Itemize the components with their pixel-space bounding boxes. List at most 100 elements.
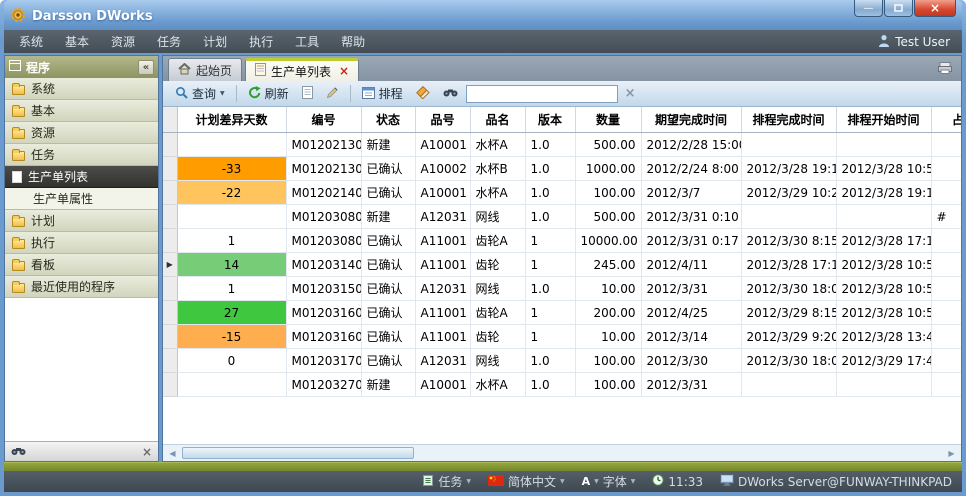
cell-sched_start: 2012/3/28 10:52 — [836, 157, 931, 181]
sidebar-item-资源[interactable]: 资源 — [5, 122, 158, 144]
table-row[interactable]: M012030801新建A12031网线1.0500.002012/3/31 0… — [163, 205, 961, 229]
cell-sched_start — [836, 205, 931, 229]
menu-item-7[interactable]: 帮助 — [330, 30, 376, 53]
scrollbar-thumb[interactable] — [182, 447, 414, 459]
status-task-menu[interactable]: 任务 ▼ — [422, 473, 471, 490]
close-button[interactable]: × — [914, 0, 956, 17]
row-marker — [163, 133, 177, 157]
table-row[interactable]: M012021301新建A10001水杯A1.0500.002012/2/28 … — [163, 133, 961, 157]
cell-qty: 500.00 — [575, 205, 641, 229]
minimize-button[interactable]: — — [854, 0, 883, 17]
table-row[interactable]: -22M012021401已确认A10001水杯A1.0100.002012/3… — [163, 181, 961, 205]
cell-sched_finish: 2012/3/28 17:13 — [741, 253, 836, 277]
cell-sched_start: 2012/3/28 13:40 — [836, 325, 931, 349]
column-header-8[interactable]: 排程完成时间 — [741, 107, 836, 133]
menu-item-6[interactable]: 工具 — [284, 30, 330, 53]
production-order-table: 计划差异天数编号状态品号品名版本数量期望完成时间排程完成时间排程开始时间占 M0… — [163, 107, 961, 397]
cell-no: M012021302 — [286, 157, 361, 181]
menu-item-3[interactable]: 任务 — [146, 30, 192, 53]
column-header-0[interactable]: 计划差异天数 — [177, 107, 286, 133]
tab-home[interactable]: 起始页 — [168, 58, 242, 81]
sidebar-item-基本[interactable]: 基本 — [5, 100, 158, 122]
column-header-10[interactable]: 占 — [931, 107, 961, 133]
sidebar-search-close-icon[interactable]: × — [142, 445, 152, 459]
cell-no: M012031402 — [286, 253, 361, 277]
status-language-menu[interactable]: 简体中文 ▼ — [488, 473, 565, 490]
cell-version: 1 — [525, 253, 575, 277]
column-header-5[interactable]: 版本 — [525, 107, 575, 133]
scroll-right-icon[interactable]: ▶ — [945, 449, 958, 458]
menu-item-1[interactable]: 基本 — [54, 30, 100, 53]
cell-diff: 1 — [177, 229, 286, 253]
maximize-button[interactable] — [884, 0, 913, 17]
page-icon — [12, 171, 22, 183]
sidebar-item-label: 看板 — [31, 256, 55, 273]
menu-item-4[interactable]: 计划 — [192, 30, 238, 53]
clear-search-icon[interactable]: × — [621, 86, 640, 101]
status-server[interactable]: DWorks Server@FUNWAY-THINKPAD — [720, 474, 952, 489]
table-row[interactable]: 0M012031701已确认A12031网线1.0100.002012/3/30… — [163, 349, 961, 373]
query-button[interactable]: 查询 ▼ — [170, 83, 230, 104]
column-header-1[interactable]: 编号 — [286, 107, 361, 133]
sidebar-item-系统[interactable]: 系统 — [5, 78, 158, 100]
table-row[interactable]: M012032701新建A10001水杯A1.0100.002012/3/31 — [163, 373, 961, 397]
user-indicator[interactable]: Test User — [878, 34, 958, 50]
document-icon — [255, 63, 266, 79]
sidebar-collapse-button[interactable]: « — [138, 60, 154, 75]
column-header-6[interactable]: 数量 — [575, 107, 641, 133]
cell-item_name: 水杯A — [470, 373, 525, 397]
row-marker — [163, 229, 177, 253]
binoculars-icon — [443, 87, 458, 101]
menu-items: 系统基本资源任务计划执行工具帮助 — [8, 30, 376, 53]
table-row[interactable]: -15M012031602已确认A11001齿轮110.002012/3/142… — [163, 325, 961, 349]
tab-production-order-list[interactable]: 生产单列表 × — [245, 58, 359, 81]
horizontal-scrollbar[interactable]: ◀ ▶ — [163, 444, 961, 461]
cell-version: 1.0 — [525, 349, 575, 373]
column-header-4[interactable]: 品名 — [470, 107, 525, 133]
find-button[interactable] — [438, 85, 463, 103]
sidebar-item-生产单列表[interactable]: 生产单列表 — [5, 166, 158, 188]
status-clock[interactable]: 11:33 — [652, 474, 703, 489]
cell-no: M012030801 — [286, 205, 361, 229]
cell-status: 新建 — [361, 373, 415, 397]
table-header-row: 计划差异天数编号状态品号品名版本数量期望完成时间排程完成时间排程开始时间占 — [163, 107, 961, 133]
cell-qty: 100.00 — [575, 373, 641, 397]
edit-button[interactable] — [321, 84, 344, 104]
sidebar-item-最近使用的程序[interactable]: 最近使用的程序 — [5, 276, 158, 298]
sidebar-item-生产单属性[interactable]: 生产单属性 — [5, 188, 158, 210]
cell-extra — [931, 373, 961, 397]
cell-due: 2012/3/7 — [641, 181, 741, 205]
sidebar-item-执行[interactable]: 执行 — [5, 232, 158, 254]
cell-extra — [931, 325, 961, 349]
menu-item-2[interactable]: 资源 — [100, 30, 146, 53]
clock-icon — [652, 474, 664, 489]
cell-due: 2012/2/28 15:00 — [641, 133, 741, 157]
menu-item-0[interactable]: 系统 — [8, 30, 54, 53]
sidebar-item-看板[interactable]: 看板 — [5, 254, 158, 276]
schedule-button[interactable]: 排程 — [357, 83, 408, 104]
column-header-3[interactable]: 品号 — [415, 107, 470, 133]
tab-close-icon[interactable]: × — [339, 64, 349, 78]
column-header-2[interactable]: 状态 — [361, 107, 415, 133]
cell-extra — [931, 277, 961, 301]
table-row[interactable]: 1M012030802已确认A11001齿轮A110000.002012/3/3… — [163, 229, 961, 253]
column-header-7[interactable]: 期望完成时间 — [641, 107, 741, 133]
printer-icon[interactable] — [938, 62, 956, 77]
erase-button[interactable] — [411, 84, 435, 104]
scroll-left-icon[interactable]: ◀ — [166, 449, 179, 458]
table-row[interactable]: 1M012031501已确认A12031网线1.010.002012/3/312… — [163, 277, 961, 301]
column-header-9[interactable]: 排程开始时间 — [836, 107, 931, 133]
sidebar-item-计划[interactable]: 计划 — [5, 210, 158, 232]
search-icon — [175, 86, 188, 102]
search-input[interactable] — [466, 85, 618, 103]
sidebar-search-bar[interactable]: × — [5, 441, 158, 461]
table-row[interactable]: -33M012021302已确认A10002水杯B1.01000.002012/… — [163, 157, 961, 181]
sidebar-item-任务[interactable]: 任务 — [5, 144, 158, 166]
cell-status: 已确认 — [361, 349, 415, 373]
table-row[interactable]: 27M012031601已确认A11001齿轮A1200.002012/4/25… — [163, 301, 961, 325]
new-button[interactable] — [297, 84, 318, 104]
status-font-menu[interactable]: A ▼ 字体 ▼ — [582, 473, 636, 490]
table-row[interactable]: ▶14M012031402已确认A11001齿轮1245.002012/4/11… — [163, 253, 961, 277]
refresh-button[interactable]: 刷新 — [243, 83, 294, 104]
menu-item-5[interactable]: 执行 — [238, 30, 284, 53]
